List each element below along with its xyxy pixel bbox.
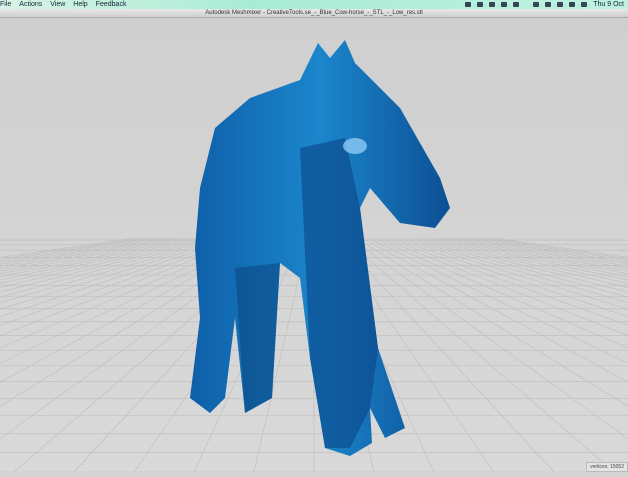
status-readout: vertices: 15052 [586,462,628,472]
menu-actions[interactable]: Actions [19,1,42,8]
volume-icon[interactable] [569,2,576,7]
screen-icon[interactable] [465,2,472,7]
grid-line [463,237,628,267]
grid-line [0,237,141,260]
bell-icon[interactable] [501,2,508,7]
grid-line [0,237,201,284]
grid-line [439,237,628,278]
wifi-icon[interactable] [557,2,564,7]
grid-line [373,237,628,349]
display-icon[interactable] [533,2,540,7]
window-title: Autodesk Meshmixer - CreativeTools.se_-_… [0,9,628,18]
menu-feedback[interactable]: Feedback [96,1,127,8]
clock-icon[interactable] [545,2,552,7]
3d-viewport[interactable]: vertices: 15052 [0,18,628,473]
grid-line [385,237,628,326]
grid-line [379,237,628,337]
grid-line [397,237,628,310]
grid-line [427,237,628,284]
grid-line [355,237,628,407]
grid-line [487,237,628,260]
grid-line [0,237,189,278]
grid-line [481,237,628,261]
grid-line [0,237,135,258]
grid-line [469,237,628,265]
battery-icon[interactable] [581,2,588,7]
grid-line [361,237,628,383]
grid-line [445,237,628,275]
menu-bar: File Actions View Help Feedback Thu 9 Oc… [0,0,628,9]
grid-line [0,237,165,267]
menu-view[interactable]: View [50,1,65,8]
grid-line [0,237,159,265]
grid-line [0,237,153,263]
grid-line [493,237,628,258]
menu-help[interactable]: Help [73,1,87,8]
horse-model[interactable] [190,40,450,456]
scene[interactable] [0,18,628,473]
grid-line [0,237,195,281]
clock[interactable]: Thu 9 Oct [593,1,624,8]
grid-line [475,237,628,263]
grid-line [349,237,628,440]
grid-line [403,237,628,304]
menu-file[interactable]: File [0,1,11,8]
grid-line [0,237,225,304]
window-icon[interactable] [489,2,496,7]
sync-icon[interactable] [477,2,484,7]
grid-line [433,237,628,281]
airplay-icon[interactable] [513,2,520,7]
grid-line [0,237,183,275]
grid-line [0,237,147,261]
